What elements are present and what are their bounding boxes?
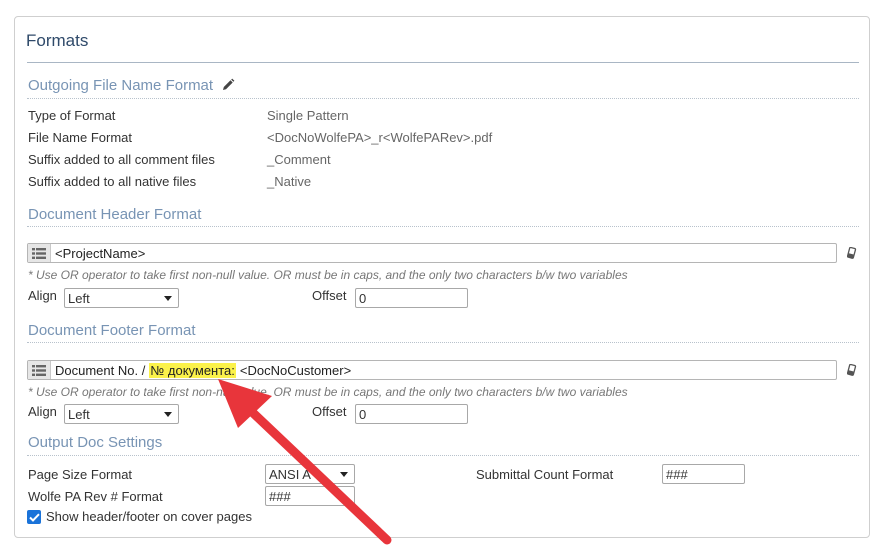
- panel-title-divider: [27, 62, 859, 63]
- checkmark-icon: [28, 513, 40, 522]
- formats-panel: Formats Outgoing File Name Format Type o…: [14, 16, 870, 538]
- list-icon[interactable]: [28, 361, 51, 379]
- submittal-count-input[interactable]: ###: [662, 464, 745, 484]
- footer-hint: * Use OR operator to take first non-null…: [28, 385, 628, 399]
- pencil-icon[interactable]: [221, 78, 235, 96]
- chevron-down-icon: [340, 472, 348, 477]
- footer-divider: [27, 342, 859, 343]
- footer-section-title: Document Footer Format: [28, 322, 196, 339]
- submittal-count-label: Submittal Count Format: [476, 467, 614, 482]
- header-align-value: Left: [68, 290, 90, 306]
- page-size-value: ANSI A: [269, 466, 311, 482]
- header-format-input[interactable]: <ProjectName>: [27, 243, 837, 263]
- rev-format-input[interactable]: ###: [265, 486, 355, 506]
- footer-format-prefix: Document No. /: [55, 362, 146, 378]
- list-icon[interactable]: [28, 244, 51, 262]
- footer-offset-label: Offset: [312, 404, 347, 419]
- page-size-select[interactable]: ANSI A: [265, 464, 355, 484]
- output-divider: [27, 455, 859, 456]
- panel-title: Formats: [26, 31, 89, 50]
- footer-align-select[interactable]: Left: [64, 404, 179, 424]
- chevron-down-icon: [164, 296, 172, 301]
- eraser-icon[interactable]: [846, 363, 857, 379]
- cover-pages-checkbox[interactable]: [27, 510, 41, 524]
- footer-offset-input[interactable]: 0: [355, 404, 468, 424]
- footer-align-label: Align: [28, 404, 57, 419]
- cover-pages-label[interactable]: Show header/footer on cover pages: [46, 509, 252, 524]
- submittal-count-value: ###: [666, 466, 688, 482]
- footer-format-highlight: № документа:: [149, 362, 236, 378]
- eraser-icon[interactable]: [846, 246, 857, 262]
- header-offset-value: 0: [359, 290, 367, 306]
- chevron-down-icon: [164, 412, 172, 417]
- footer-format-input[interactable]: Document No. / № документа: <DocNoCustom…: [27, 360, 837, 380]
- header-section-title: Document Header Format: [28, 206, 202, 223]
- rev-format-value: ###: [269, 488, 291, 504]
- footer-align-value: Left: [68, 406, 90, 422]
- type-of-format-value: Single Pattern: [267, 108, 349, 123]
- footer-offset-value: 0: [359, 406, 367, 422]
- footer-format-suffix: <DocNoCustomer>: [239, 362, 352, 378]
- outgoing-section-label: Outgoing File Name Format: [28, 77, 214, 94]
- rev-format-label: Wolfe PA Rev # Format: [28, 489, 163, 504]
- header-format-value: <ProjectName>: [55, 245, 146, 261]
- comment-suffix-label: Suffix added to all comment files: [28, 152, 215, 167]
- outgoing-divider: [27, 98, 859, 99]
- header-divider: [27, 226, 859, 227]
- native-suffix-label: Suffix added to all native files: [28, 174, 197, 189]
- header-hint: * Use OR operator to take first non-null…: [28, 268, 628, 282]
- file-name-format-label: File Name Format: [28, 130, 133, 145]
- outgoing-section-title: Outgoing File Name Format: [28, 77, 235, 96]
- output-section-title: Output Doc Settings: [28, 434, 163, 451]
- type-of-format-label: Type of Format: [28, 108, 116, 123]
- comment-suffix-value: _Comment: [267, 152, 331, 167]
- header-align-select[interactable]: Left: [64, 288, 179, 308]
- page-size-label: Page Size Format: [28, 467, 133, 482]
- header-offset-label: Offset: [312, 288, 347, 303]
- native-suffix-value: _Native: [267, 174, 312, 189]
- header-offset-input[interactable]: 0: [355, 288, 468, 308]
- file-name-format-value: <DocNoWolfePA>_r<WolfePARev>.pdf: [267, 130, 493, 145]
- header-align-label: Align: [28, 288, 57, 303]
